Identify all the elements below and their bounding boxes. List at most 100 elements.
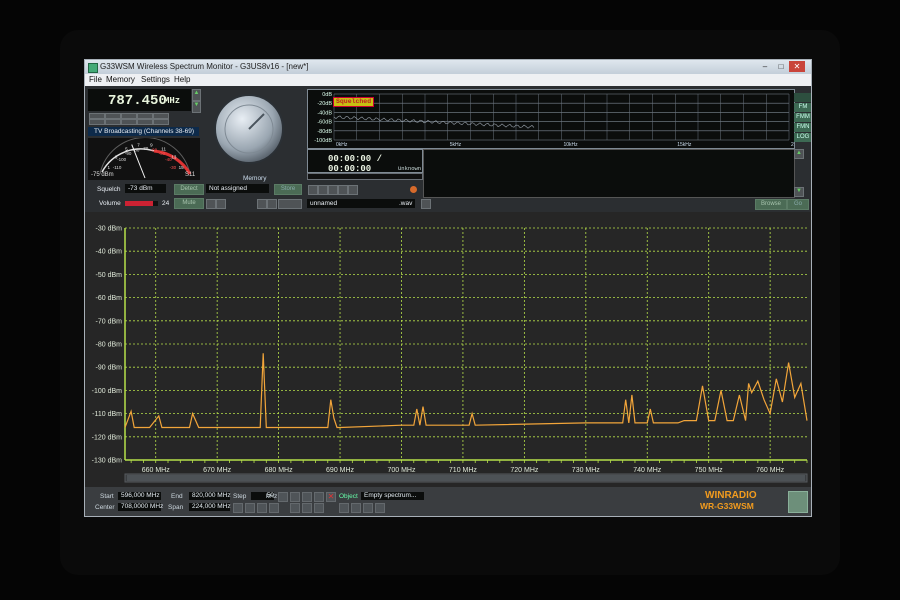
zoom-out-tool[interactable]	[302, 492, 312, 502]
close-button[interactable]: ✕	[789, 61, 805, 72]
spectrum-x-label: 660 MHz	[142, 467, 171, 474]
menu-help[interactable]: Help	[174, 75, 190, 84]
mode-extra-button[interactable]	[794, 93, 811, 102]
app-window: G33WSM Wireless Spectrum Monitor - G3US8…	[84, 59, 812, 517]
step-label: Step	[233, 493, 247, 500]
record-rewind-button[interactable]	[308, 185, 318, 195]
spectrum-y-label: -80 dBm	[96, 342, 123, 349]
tool-15[interactable]	[363, 503, 373, 513]
squelch-detect-button[interactable]: Detect	[174, 184, 204, 195]
meter-scale-label: -100	[117, 157, 127, 162]
tool-6[interactable]	[233, 503, 243, 513]
menu-settings[interactable]: Settings	[141, 75, 170, 84]
center-value[interactable]: 708,0000 MHz	[118, 503, 163, 511]
object-value[interactable]: Empty spectrum...	[361, 492, 424, 500]
memory-store-button[interactable]: Store	[274, 184, 302, 195]
meter-scale-label: -60	[151, 147, 158, 152]
meter-scale-label: -110	[113, 165, 122, 170]
audio-hz-label: 15kHz	[677, 142, 692, 148]
tool-7[interactable]	[245, 503, 255, 513]
mode-log-button[interactable]: LOG	[794, 133, 811, 142]
audio-hz-label: 5kHz	[450, 142, 462, 148]
record-play-button[interactable]	[328, 185, 338, 195]
audio-db-label: -60dB	[317, 120, 332, 126]
volume-slider[interactable]	[125, 201, 158, 206]
tool-16[interactable]	[375, 503, 385, 513]
volume-value: 24	[162, 200, 170, 207]
meter-scale-label: -70	[142, 146, 149, 151]
span-label: Span	[168, 504, 184, 511]
mute-button[interactable]: Mute	[174, 198, 204, 209]
record-pause-button[interactable]	[338, 185, 348, 195]
object-label: Object	[339, 493, 358, 500]
meter-top-label: 15	[179, 165, 185, 170]
tool-13[interactable]	[339, 503, 349, 513]
memory-first-button[interactable]	[206, 199, 216, 209]
recorder-filename[interactable]: unnamed .wav	[307, 199, 415, 208]
mode-fmn-button[interactable]: FMN	[794, 123, 811, 132]
frequency-down-button[interactable]: ▼	[192, 101, 201, 113]
menu-file[interactable]: File	[89, 75, 102, 84]
spectrum-y-label: -130 dBm	[92, 458, 123, 465]
frequency-display[interactable]: 787.450 MHz	[88, 89, 191, 111]
meter-scale-label: -90	[125, 151, 132, 156]
tool-14[interactable]	[351, 503, 361, 513]
brand-model: WR-G33WSM	[700, 501, 754, 511]
recorder-progress[interactable]	[307, 173, 423, 180]
mode-fmm-button[interactable]: FMM	[794, 113, 811, 122]
step-button-8[interactable]	[121, 119, 137, 125]
recorder-folder-button[interactable]	[421, 199, 431, 209]
memory-list-button[interactable]	[278, 199, 302, 209]
tool-10[interactable]	[290, 503, 300, 513]
spectrum-y-label: -120 dBm	[92, 434, 123, 441]
spectrum-x-label: 680 MHz	[265, 467, 294, 474]
step-button-7[interactable]	[105, 119, 121, 125]
step-button-10[interactable]	[153, 119, 169, 125]
spectrum-y-label: -100 dBm	[92, 388, 123, 395]
marker-tool[interactable]	[314, 492, 324, 502]
info-scroll-up[interactable]: ▲	[794, 149, 804, 159]
spectrum-x-label: 760 MHz	[756, 467, 785, 474]
start-value[interactable]: 596,000 MHz	[118, 492, 161, 500]
go-button[interactable]: Go	[787, 199, 809, 210]
app-icon	[88, 63, 98, 73]
tuning-knob[interactable]	[208, 89, 290, 175]
memory-last-button[interactable]	[267, 199, 277, 209]
center-label: Center	[95, 504, 115, 511]
memory-prev-button[interactable]	[216, 199, 226, 209]
tool-9[interactable]	[269, 503, 279, 513]
recorder-display: 00:00:00 / 00:00:00 Unknown	[307, 149, 423, 174]
tool-8[interactable]	[257, 503, 267, 513]
audio-hz-label: 0kHz	[336, 142, 348, 148]
record-button[interactable]	[410, 186, 417, 193]
memory-value[interactable]: Not assigned	[206, 184, 269, 193]
browse-button[interactable]: Browse	[755, 199, 787, 210]
memory-next-button[interactable]	[257, 199, 267, 209]
clear-tool[interactable]: ✕	[326, 492, 336, 502]
spectrum-plot[interactable]: -30 dBm -40 dBm -50 dBm -60 dBm -70 dBm -80 d…	[85, 212, 811, 516]
maximize-button[interactable]: □	[773, 61, 789, 72]
mode-fm-button[interactable]: FM	[794, 103, 811, 112]
squelch-value[interactable]: -73 dBm	[125, 184, 166, 193]
step-select-button[interactable]	[278, 492, 288, 502]
record-forward-button[interactable]	[348, 185, 358, 195]
tool-12[interactable]	[314, 503, 324, 513]
step-button-6[interactable]	[89, 119, 105, 125]
meter-top-label: 13	[171, 154, 177, 159]
step-button-9[interactable]	[137, 119, 153, 125]
meter-readout: -75 dBm	[91, 172, 114, 178]
frequency-unit: MHz	[164, 96, 181, 106]
menu-memory[interactable]: Memory	[106, 75, 135, 84]
squelch-status-badge: Squelched	[333, 97, 375, 107]
spectrum-y-label: -110 dBm	[92, 411, 122, 418]
tool-11[interactable]	[302, 503, 312, 513]
meter-top-label: 7	[137, 143, 140, 148]
frequency-up-button[interactable]: ▲	[192, 89, 201, 101]
band-label[interactable]: TV Broadcasting (Channels 38-69)	[88, 127, 199, 136]
record-stop-button[interactable]	[318, 185, 328, 195]
end-value[interactable]: 820,000 MHz	[189, 492, 231, 500]
zoom-in-tool[interactable]	[290, 492, 300, 502]
span-value[interactable]: 224,000 MHz	[189, 503, 231, 511]
minimize-button[interactable]: –	[757, 61, 773, 72]
info-scroll-down[interactable]: ▼	[794, 187, 804, 197]
